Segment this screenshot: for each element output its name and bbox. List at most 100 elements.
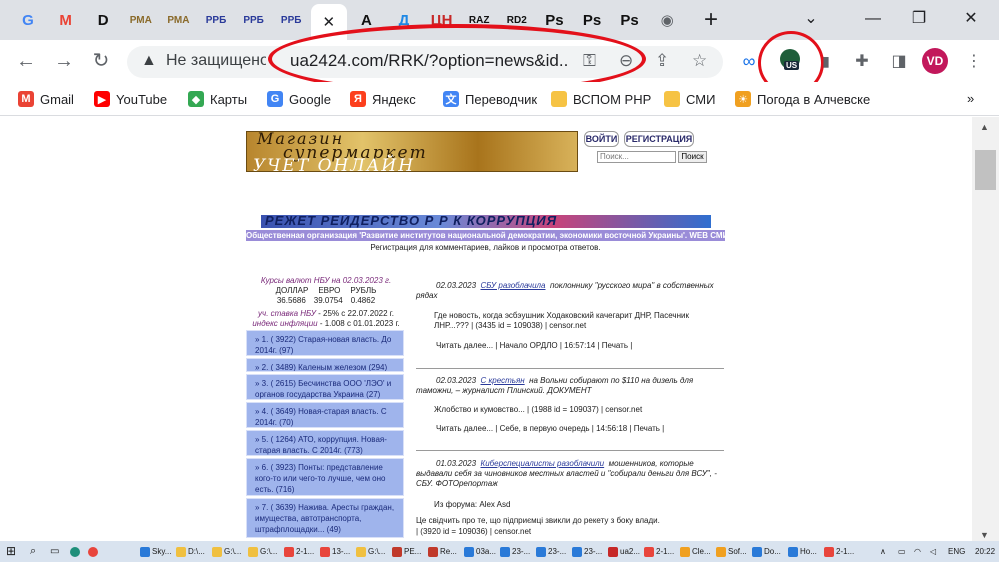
bookmark-7[interactable]: СМИ: [664, 91, 715, 107]
new-tab-button[interactable]: +: [698, 8, 724, 34]
bookmark-star-icon[interactable]: ☆: [692, 51, 707, 71]
bookmark-2[interactable]: ◆ Карты: [188, 91, 247, 107]
reload-button[interactable]: ↻: [89, 49, 113, 73]
tab-1[interactable]: M: [48, 5, 84, 35]
taskbar-app[interactable]: РЕ...: [392, 543, 421, 560]
puzzle-icon[interactable]: ✚: [851, 50, 873, 72]
network-icon[interactable]: ◠: [914, 543, 921, 560]
inflation-value: - 1.008 с 01.01.2023 г.: [319, 319, 400, 328]
sidebar-menu-item[interactable]: » 7. ( 3639) Нажива. Аресты граждан, иму…: [246, 498, 404, 538]
app-icon: [176, 546, 186, 557]
chrome-icon[interactable]: [88, 543, 98, 560]
register-button[interactable]: РЕГИСТРАЦИЯ: [624, 131, 694, 147]
news-date: 02.03.2023: [436, 376, 477, 385]
tray-chevron-icon[interactable]: ∧: [880, 543, 886, 560]
site-search-button[interactable]: Поиск: [678, 151, 707, 163]
tab-5[interactable]: РРБ: [198, 5, 234, 35]
taskbar-app[interactable]: 03а...: [464, 543, 496, 560]
bookmark-1[interactable]: ▶ YouTube: [94, 91, 167, 107]
tab-6[interactable]: РРБ: [236, 5, 272, 35]
tab-3[interactable]: РМА: [123, 5, 159, 35]
bookmark-0[interactable]: M Gmail: [18, 91, 74, 107]
tab-2[interactable]: D: [85, 5, 121, 35]
sidebar-menu-item[interactable]: » 3. ( 2615) Бесчинства ООО 'ЛЭО' и орга…: [246, 374, 404, 400]
news-meta[interactable]: | (3920 id = 109036) | censor.net: [416, 527, 724, 537]
language-indicator[interactable]: ENG: [948, 543, 965, 560]
supermarket-banner[interactable]: Магазин супермаркет УЧЕТ ОНЛАЙН: [246, 131, 578, 172]
news-link[interactable]: С крестьян: [481, 376, 525, 385]
taskbar-app[interactable]: G:\...: [248, 543, 277, 560]
taskbar-app[interactable]: 23-...: [572, 543, 602, 560]
news-link[interactable]: СБУ разоблачила: [481, 281, 546, 290]
taskbar-app[interactable]: 23-...: [536, 543, 566, 560]
news-meta[interactable]: Читать далее... | Себе, в первую очередь…: [416, 424, 724, 434]
edge-icon[interactable]: [70, 543, 80, 560]
close-window-button[interactable]: ✕: [956, 5, 986, 33]
tab-4[interactable]: РМА: [160, 5, 196, 35]
side-panel-icon[interactable]: ◨: [888, 50, 910, 72]
bookmark-5[interactable]: 文 Переводчик: [443, 91, 537, 107]
scroll-up-arrow-icon[interactable]: ▲: [980, 122, 989, 132]
minimize-button[interactable]: —: [858, 5, 888, 33]
clock[interactable]: 20:22: [975, 543, 995, 560]
taskbar-app[interactable]: Ho...: [788, 543, 817, 560]
news-meta[interactable]: Читать далее... | Начало ОРДЛО | 16:57:1…: [416, 341, 724, 351]
taskbar-app[interactable]: Do...: [752, 543, 781, 560]
taskbar-app[interactable]: G:\...: [356, 543, 385, 560]
rrk-banner[interactable]: РЕЖЕТ РЕЙДЕРСТВО Р Р К КОРРУПЦИЯ: [261, 215, 711, 228]
site-search-input[interactable]: Поиск...: [597, 151, 676, 163]
windows-start-icon[interactable]: ⊞: [6, 543, 16, 560]
not-secure-warning-icon[interactable]: ▲: [141, 52, 157, 70]
maps-icon: ◆: [188, 91, 204, 107]
taskbar-app[interactable]: 2-1...: [284, 543, 314, 560]
tab-search-icon[interactable]: ⌄: [796, 5, 826, 33]
scrollbar-thumb[interactable]: [975, 150, 996, 190]
taskbar-app[interactable]: Sky...: [140, 543, 171, 560]
sidebar-menu-item[interactable]: » 2. ( 3489) Каленым железом (294): [246, 358, 404, 372]
scroll-down-arrow-icon[interactable]: ▼: [980, 530, 989, 540]
tab-15[interactable]: Ps: [574, 5, 610, 35]
taskbar-app[interactable]: ua2...: [608, 543, 640, 560]
rrb-icon: РРБ: [280, 14, 302, 26]
taskbar-app[interactable]: 13-...: [320, 543, 350, 560]
taskbar-app[interactable]: Re...: [428, 543, 457, 560]
tab-16[interactable]: Ps: [612, 5, 648, 35]
volume-icon[interactable]: ◁: [930, 543, 936, 560]
news-link[interactable]: Киберспециалисты разоблачили: [481, 459, 605, 468]
security-status-text[interactable]: Не защищено: [166, 52, 266, 70]
profile-avatar[interactable]: VD: [922, 48, 948, 74]
taskbar-app[interactable]: Cle...: [680, 543, 711, 560]
taskbar-app[interactable]: G:\...: [212, 543, 241, 560]
taskbar-app[interactable]: 2-1...: [824, 543, 854, 560]
battery-icon[interactable]: ▭: [898, 543, 906, 560]
taskbar-app[interactable]: 23-...: [500, 543, 530, 560]
task-view-icon[interactable]: ▭: [50, 543, 59, 560]
tab-0[interactable]: G: [10, 5, 46, 35]
taskbar-search-icon[interactable]: ⌕: [30, 543, 36, 560]
gmail-icon: M: [18, 91, 34, 107]
bookmark-3[interactable]: G Google: [267, 91, 331, 107]
forward-button[interactable]: →: [52, 49, 76, 73]
menu-kebab-icon[interactable]: ⋮: [963, 50, 985, 72]
infinity-extension-icon[interactable]: ∞: [738, 50, 760, 72]
bookmark-6[interactable]: ВСПОМ PHP: [551, 91, 651, 107]
rd2-icon: RD2: [506, 14, 527, 26]
sidebar-menu-item[interactable]: » 1. ( 3922) Старая-новая власть. До 201…: [246, 330, 404, 356]
bookmarks-overflow-button[interactable]: »: [967, 91, 974, 106]
bookmark-extension-icon[interactable]: ▮: [815, 50, 837, 72]
login-button[interactable]: ВОЙТИ: [584, 131, 619, 147]
bookmark-4[interactable]: Я Яндекс: [350, 91, 416, 107]
tab-17[interactable]: ◉: [649, 5, 685, 35]
rrk-banner-text: РЕЖЕТ РЕЙДЕРСТВО Р Р К КОРРУПЦИЯ: [265, 215, 558, 228]
tab-7[interactable]: РРБ: [273, 5, 309, 35]
taskbar-app[interactable]: Sof...: [716, 543, 747, 560]
sidebar-menu-item[interactable]: » 6. ( 3923) Понты: представление кого-т…: [246, 458, 404, 496]
bookmark-8[interactable]: ☀ Погода в Алчевске: [735, 91, 870, 107]
taskbar-app[interactable]: 2-1...: [644, 543, 674, 560]
share-icon[interactable]: ⇪: [655, 51, 669, 71]
sidebar-menu-item[interactable]: » 5. ( 1264) АТО, коррупция. Новая-стара…: [246, 430, 404, 456]
sidebar-menu-item[interactable]: » 4. ( 3649) Новая-старая власть. С 2014…: [246, 402, 404, 428]
back-button[interactable]: ←: [14, 49, 38, 73]
restore-button[interactable]: ❐: [904, 5, 934, 33]
taskbar-app[interactable]: D:\...: [176, 543, 205, 560]
